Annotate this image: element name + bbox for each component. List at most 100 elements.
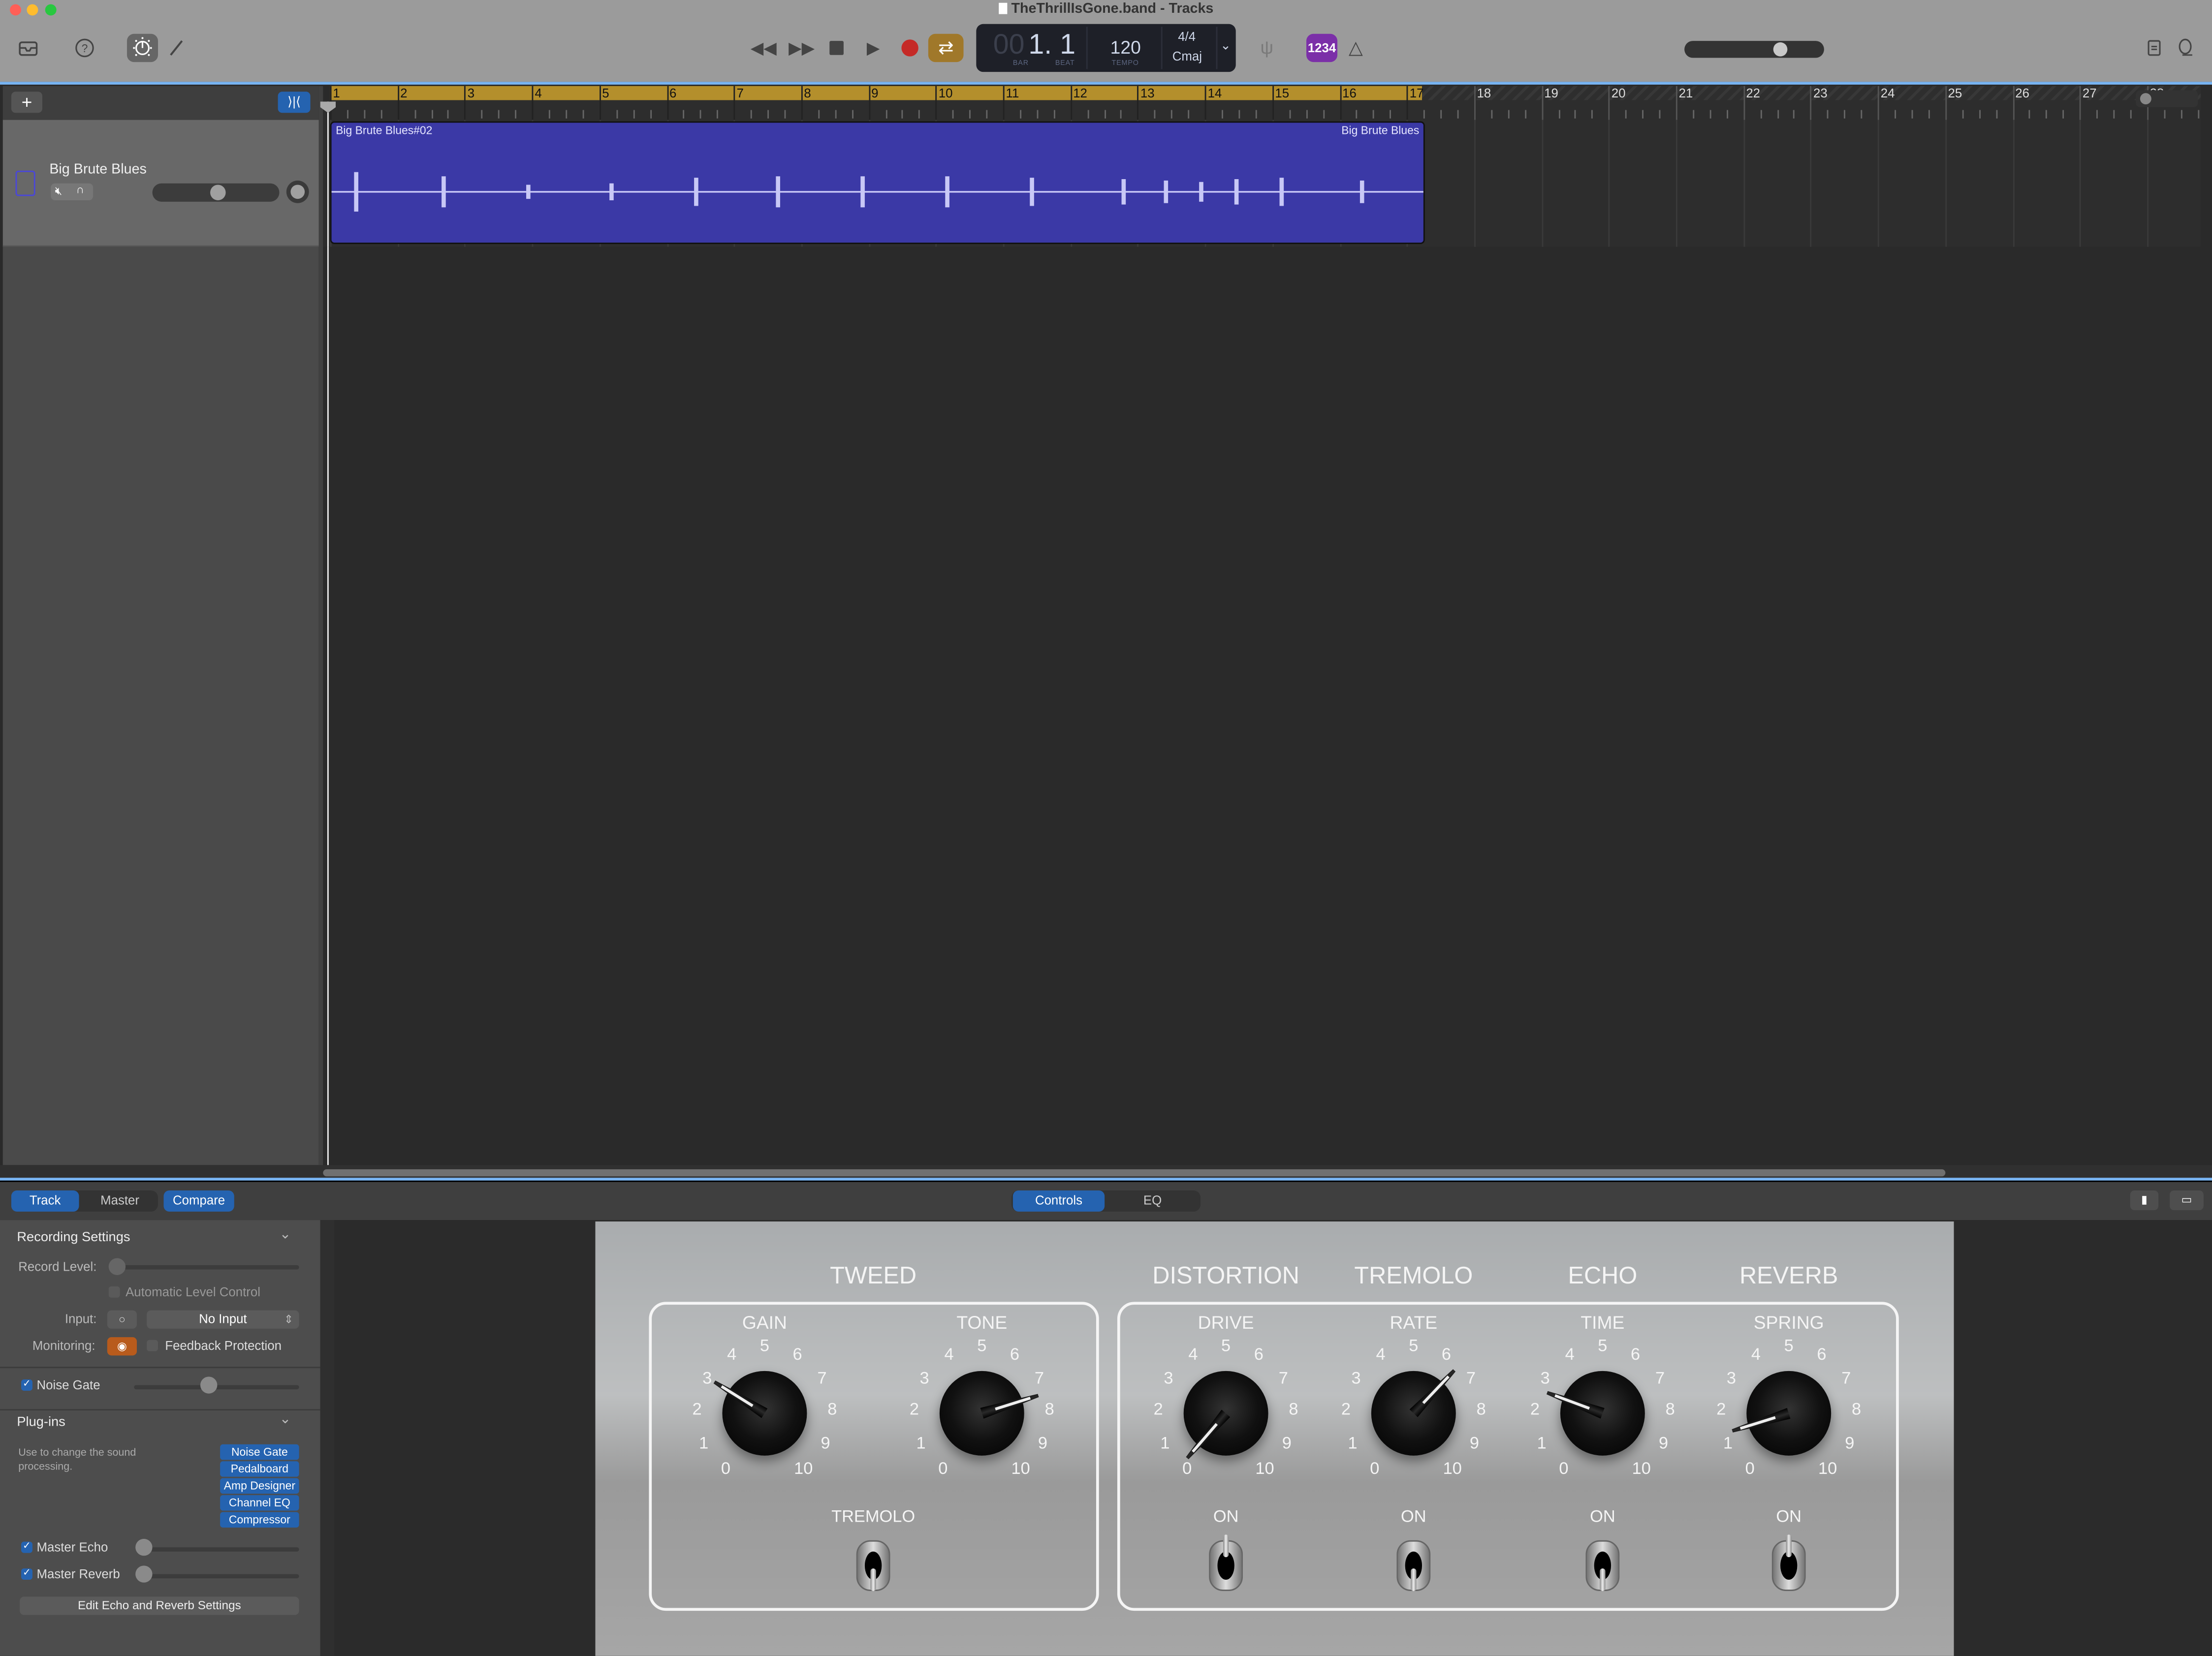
cycle-button[interactable]: ⇄ [928, 33, 964, 62]
knob-scale-number: 1 [1160, 1433, 1170, 1453]
record-level-label: Record Level: [18, 1259, 97, 1274]
ruler-bar-number: 26 [2015, 86, 2029, 100]
compare-button[interactable]: Compare [163, 1190, 234, 1212]
plugin-slot-amp-designer[interactable]: Amp Designer [220, 1478, 299, 1494]
plugin-slot-channel-eq[interactable]: Channel EQ [220, 1495, 299, 1511]
knob-scale-number: 4 [727, 1344, 737, 1364]
master-volume-slider[interactable] [1684, 41, 1824, 58]
rewind-icon: ◀◀ [750, 38, 777, 58]
metronome-button[interactable]: △ [1344, 37, 1367, 60]
tab-master[interactable]: Master [85, 1190, 155, 1212]
master-echo-slider[interactable] [138, 1547, 299, 1552]
ruler-bar-number: 6 [669, 86, 677, 100]
forward-button[interactable]: ▶▶ [789, 37, 815, 60]
toggle-label: ON [1776, 1506, 1802, 1527]
toggle-lever[interactable] [1600, 1568, 1606, 1591]
count-in-button[interactable]: 1234 [1306, 33, 1338, 62]
ruler-bar-number: 21 [1678, 86, 1693, 100]
smart-controls-button[interactable] [126, 33, 158, 62]
toggle-lever[interactable] [1786, 1534, 1792, 1558]
help-button[interactable]: ? [73, 37, 96, 60]
knob-scale-number: 6 [1254, 1344, 1264, 1364]
noise-gate-checkbox[interactable]: ✓ [21, 1379, 32, 1391]
master-reverb-checkbox[interactable]: ✓ [21, 1568, 32, 1580]
toggle-lever[interactable] [1411, 1568, 1417, 1591]
toggle-label: ON [1213, 1506, 1239, 1527]
record-level-thumb[interactable] [108, 1258, 126, 1275]
ruler-bar-number: 13 [1140, 86, 1155, 100]
knob-scale-number: 4 [1376, 1344, 1386, 1364]
ruler-bar-line [1138, 86, 1139, 120]
pedalboard-button[interactable]: ▮ [2130, 1190, 2159, 1211]
knob-scale-number: 2 [1716, 1400, 1726, 1420]
ruler-bar-number: 27 [2082, 86, 2097, 100]
tracks-empty-area[interactable] [323, 247, 2201, 1165]
amp-section-title: TWEED [830, 1262, 917, 1289]
knob-scale-number: 7 [1655, 1367, 1665, 1387]
lcd-display[interactable]: 00 1. 1 BAR BEAT 120 TEMPO 4/4 Cmaj ⌄ [976, 24, 1236, 72]
plugins-chevron-down-icon[interactable]: ⌄ [279, 1412, 291, 1428]
tab-track[interactable]: Track [11, 1190, 79, 1212]
zoom-slider[interactable] [2136, 90, 2198, 107]
plugin-slot-noise-gate[interactable]: Noise Gate [220, 1444, 299, 1460]
lcd-chevron-down-icon[interactable]: ⌄ [1220, 38, 1231, 54]
recording-settings-title[interactable]: Recording Settings [17, 1230, 130, 1246]
editors-button[interactable] [165, 37, 188, 60]
ruler-bar-line [1541, 86, 1543, 120]
play-button[interactable]: ▶ [862, 37, 885, 60]
stop-button[interactable] [829, 41, 844, 55]
knob-scale-number: 4 [944, 1344, 954, 1364]
lcd-tempo[interactable]: 120 [1110, 37, 1141, 58]
feedback-protection-checkbox[interactable] [147, 1340, 158, 1351]
input-select-value: No Input [199, 1312, 247, 1326]
tuning-fork-icon: ψ [1260, 36, 1274, 58]
master-echo-thumb[interactable] [135, 1538, 153, 1556]
rewind-button[interactable]: ◀◀ [751, 37, 777, 60]
ruler-bar-number: 11 [1006, 86, 1019, 100]
ruler-bar-number: 5 [602, 86, 609, 100]
edit-echo-reverb-button[interactable]: Edit Echo and Reverb Settings [20, 1596, 299, 1615]
ruler-bar-line [666, 86, 668, 120]
window-title: TheThrillIsGone.band - Tracks [0, 1, 2212, 17]
auto-level-checkbox[interactable] [108, 1286, 120, 1298]
ruler-bar-line [733, 86, 735, 120]
audio-region[interactable]: Big Brute Blues#02 Big Brute Blues [330, 121, 1425, 244]
master-reverb-slider[interactable] [138, 1574, 299, 1579]
lcd-key[interactable]: Cmaj [1172, 49, 1202, 63]
tuner-button[interactable]: ψ [1256, 37, 1278, 60]
record-button[interactable] [901, 39, 918, 57]
tab-eq[interactable]: EQ [1107, 1190, 1198, 1212]
tab-controls[interactable]: Controls [1012, 1190, 1105, 1212]
plugins-description: Use to change the sound processing. [18, 1445, 136, 1473]
toggle-lever[interactable] [870, 1568, 876, 1591]
library-button[interactable] [17, 37, 39, 60]
knob-scale-number: 10 [794, 1459, 813, 1479]
ruler-bar-number: 17 [1409, 86, 1424, 100]
recording-chevron-down-icon[interactable]: ⌄ [279, 1227, 291, 1243]
lcd-time-signature[interactable]: 4/4 [1178, 30, 1196, 44]
bar-gridline [2012, 120, 2014, 247]
track-header-divider[interactable] [318, 86, 323, 1172]
mono-input-button[interactable]: ○ [107, 1310, 137, 1329]
master-volume-thumb[interactable] [1773, 42, 1788, 57]
plugin-slot-pedalboard[interactable]: Pedalboard [220, 1461, 299, 1477]
horizontal-scrollbar[interactable] [323, 1169, 1946, 1177]
amp-view-button[interactable]: ▭ [2170, 1190, 2204, 1211]
zoom-slider-thumb[interactable] [2140, 93, 2151, 105]
noise-gate-thumb[interactable] [200, 1376, 218, 1394]
knob-scale-number: 7 [1466, 1367, 1476, 1387]
plugin-slot-compressor[interactable]: Compressor [220, 1512, 299, 1528]
notepad-button[interactable] [2143, 37, 2166, 60]
knob-scale-number: 0 [721, 1459, 731, 1479]
loop-browser-button[interactable] [2174, 37, 2197, 60]
knob-label: SPRING [1753, 1312, 1824, 1333]
knob-scale-number: 3 [702, 1367, 712, 1387]
plugins-title[interactable]: Plug-ins [17, 1415, 65, 1431]
monitoring-button[interactable]: ◉ [107, 1337, 137, 1356]
master-reverb-thumb[interactable] [135, 1565, 153, 1583]
master-echo-checkbox[interactable]: ✓ [21, 1541, 32, 1553]
toggle-lever[interactable] [1223, 1534, 1229, 1558]
input-select[interactable]: No Input ⇕ [147, 1310, 299, 1329]
record-level-slider[interactable] [111, 1265, 299, 1270]
auto-level-label: Automatic Level Control [126, 1285, 260, 1299]
